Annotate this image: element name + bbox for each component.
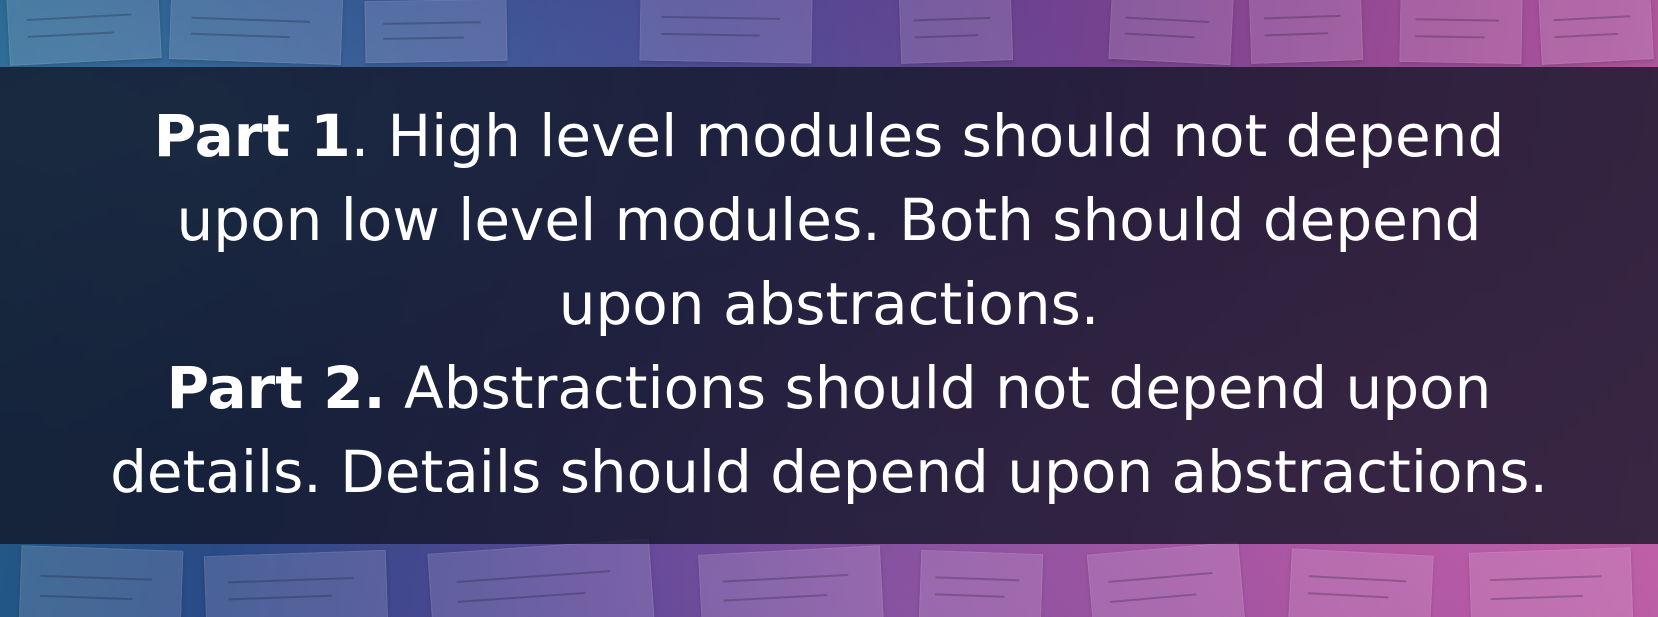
sticky-note bbox=[639, 0, 813, 64]
sticky-note bbox=[168, 0, 344, 65]
part-2-text-start: Abstractions should not depend upon bbox=[385, 354, 1492, 422]
sticky-note bbox=[1108, 0, 1234, 66]
part-2-label: Part 2. bbox=[166, 354, 386, 422]
sticky-note bbox=[918, 549, 1044, 617]
sticky-note bbox=[1288, 548, 1434, 617]
sticky-note bbox=[18, 545, 184, 617]
sticky-note bbox=[1468, 547, 1634, 617]
quote-line-4: Part 2. Abstractions should not depend u… bbox=[0, 346, 1658, 430]
sticky-note bbox=[1086, 541, 1246, 617]
sticky-note bbox=[1538, 0, 1654, 65]
quote-line-3: upon abstractions. bbox=[558, 270, 1100, 338]
sticky-note bbox=[698, 545, 884, 617]
sticky-note bbox=[1399, 0, 1523, 65]
sticky-note bbox=[6, 0, 162, 66]
sticky-note bbox=[898, 0, 1014, 64]
sticky-note bbox=[364, 0, 508, 64]
principle-quote: Part 1. High level modules should not de… bbox=[0, 94, 1658, 514]
part-1-label: Part 1 bbox=[153, 102, 351, 170]
quote-line-2: upon low level modules. Both should depe… bbox=[176, 186, 1482, 254]
quote-line-5: details. Details should depend upon abst… bbox=[110, 438, 1548, 506]
part-1-text-start: . High level modules should not depend bbox=[350, 102, 1505, 170]
sticky-note bbox=[203, 549, 389, 617]
sticky-note bbox=[1248, 0, 1364, 64]
quote-line-1: Part 1. High level modules should not de… bbox=[0, 94, 1658, 178]
